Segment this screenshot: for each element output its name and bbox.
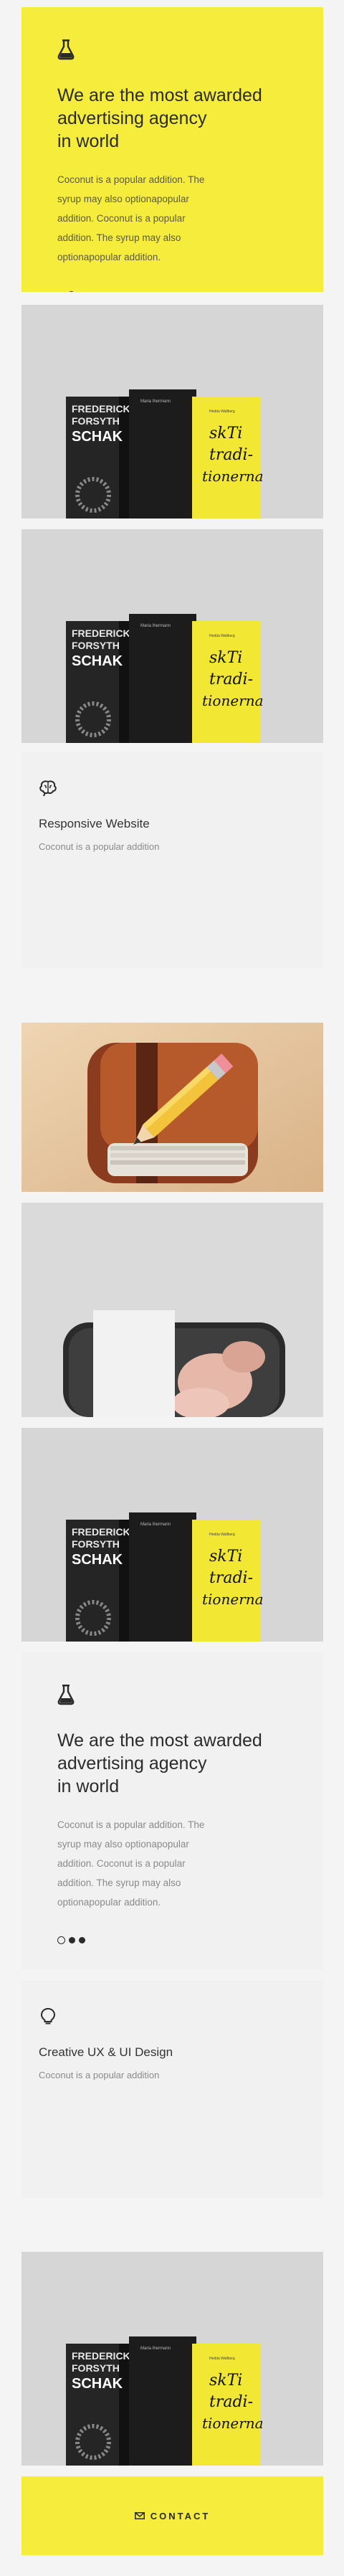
book-cover-text: skTi [209,425,242,442]
book-cover-text: tionerna [202,468,264,485]
book-author: Hedda Wallberg [209,409,235,414]
heading-line: We are the most awarded [57,85,262,105]
body-line: optionapopular addition. [57,1897,161,1908]
flask-icon [57,1685,75,1705]
contact-label: CONTACT [150,2510,211,2521]
heading-line: advertising agency [57,108,207,128]
carousel-dot-active[interactable] [57,1936,65,1944]
book-title-line: FREDERICK [72,2350,130,2362]
book-title-line: FREDERICK [72,1526,130,1538]
book-cover-text: tradi- [209,446,253,464]
portfolio-image-books[interactable]: FREDERICK FORSYTH SCHAK Maria Ihermann H… [22,1428,323,1642]
portfolio-image-books[interactable]: FREDERICK FORSYTH SCHAK Maria Ihermann H… [22,529,323,743]
books-illustration: FREDERICK FORSYTH SCHAK Maria Ihermann H… [22,2252,323,2466]
book-author: Maria Ihermann [140,624,171,628]
lightbulb-icon [40,2007,56,2025]
portfolio-image-packaging[interactable] [22,1203,323,1417]
book-cover-text: tionerna [202,1591,264,1608]
book-cover-text: tradi- [209,1569,253,1587]
portfolio-column: We are the most awarded advertising agen… [22,7,323,2555]
book-author: Hedda Wallberg [209,634,235,638]
carousel-dots [57,291,287,292]
body-line: optionapopular addition. [57,252,161,262]
feature-heading: We are the most awarded advertising agen… [57,84,287,153]
book-author: Maria Ihermann [140,2347,171,2351]
carousel-dot[interactable] [69,1937,75,1943]
envelope-icon [134,2512,145,2519]
book-author: Maria Ihermann [140,399,171,404]
book-title-line: SCHAK [72,2376,123,2392]
portfolio-image-books[interactable]: FREDERICK FORSYTH SCHAK Maria Ihermann H… [22,305,323,518]
book-title-line: FORSYTH [72,1538,120,1550]
heading-line: We are the most awarded [57,1730,262,1751]
body-line: addition. The syrup may also [57,1877,181,1888]
service-subtitle: Coconut is a popular addition [39,841,160,852]
book-title-line: FORSYTH [72,640,120,651]
books-illustration: FREDERICK FORSYTH SCHAK Maria Ihermann H… [22,305,323,518]
body-line: addition. Coconut is a popular [57,213,186,224]
books-illustration: FREDERICK FORSYTH SCHAK Maria Ihermann H… [22,1428,323,1642]
book-title-line: FORSYTH [72,2362,120,2374]
book-cover-text: tradi- [209,671,253,688]
flask-icon [57,39,75,60]
feature-block-mid: We are the most awarded advertising agen… [22,1652,323,1969]
book-author: Hedda Wallberg [209,1533,235,1537]
feature-block-top: We are the most awarded advertising agen… [22,7,323,292]
heading-line: in world [57,131,120,151]
service-title: Responsive Website [39,817,150,830]
carousel-dot-active[interactable] [67,291,75,292]
book-author: Hedda Wallberg [209,2357,235,2361]
feature-description: Coconut is a popular addition. The syrup… [57,170,229,267]
brain-icon [39,780,57,797]
notes-app-illustration [22,1023,323,1192]
book-cover-text: tradi- [209,2393,253,2411]
book-title-line: SCHAK [72,1552,123,1568]
portfolio-image-notes-app[interactable] [22,1023,323,1192]
carousel-dots [57,1936,287,1944]
book-cover-text: tionerna [202,692,264,709]
book-title-line: SCHAK [72,653,123,669]
book-title-line: FREDERICK [72,628,130,639]
body-line: Coconut is a popular addition. The [57,174,205,185]
book-cover-text: tionerna [202,2415,264,2432]
book-title-line: SCHAK [72,429,123,445]
book-cover-text: skTi [209,1548,242,1566]
packaging-illustration [22,1203,323,1417]
service-subtitle: Coconut is a popular addition [39,2070,160,2080]
book-author: Maria Ihermann [140,1523,171,1527]
book-cover-text: skTi [209,649,242,667]
body-line: addition. Coconut is a popular [57,1858,186,1869]
feature-heading: We are the most awarded advertising agen… [57,1729,287,1798]
book-title-line: FORSYTH [72,415,120,427]
book-title-line: FREDERICK [72,403,130,415]
portfolio-image-books[interactable]: FREDERICK FORSYTH SCHAK Maria Ihermann H… [22,2252,323,2466]
books-illustration: FREDERICK FORSYTH SCHAK Maria Ihermann H… [22,529,323,743]
service-title: Creative UX & UI Design [39,2045,173,2059]
heading-line: in world [57,1776,120,1796]
body-line: syrup may also optionapopular [57,194,189,204]
body-line: syrup may also optionapopular [57,1839,189,1850]
service-block-responsive[interactable]: Responsive Website Coconut is a popular … [22,752,323,969]
service-block-ux[interactable]: Creative UX & UI Design Coconut is a pop… [22,1980,323,2198]
book-cover-text: skTi [209,2372,242,2390]
feature-description: Coconut is a popular addition. The syrup… [57,1815,229,1912]
body-line: Coconut is a popular addition. The [57,1819,205,1830]
carousel-dot[interactable] [79,1937,85,1943]
body-line: addition. The syrup may also [57,232,181,243]
contact-button[interactable]: CONTACT [22,2476,323,2555]
heading-line: advertising agency [57,1753,207,1774]
